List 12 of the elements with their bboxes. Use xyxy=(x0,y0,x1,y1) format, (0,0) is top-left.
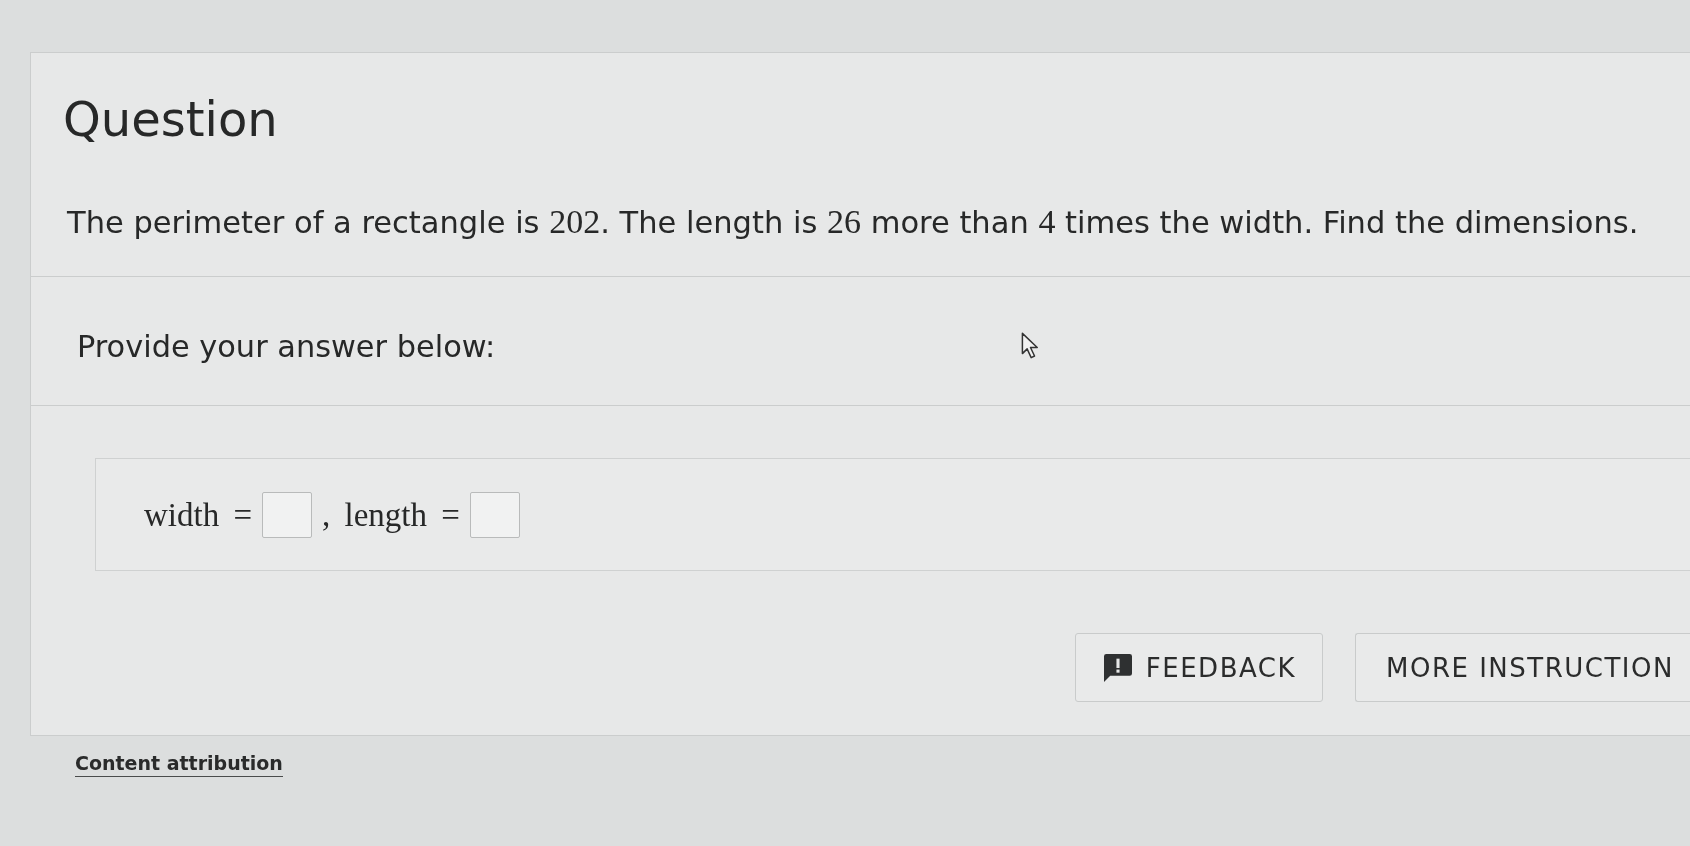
question-text: The perimeter of a rectangle is 202. The length is 26 more than 4 times the width. Find the dimensions. xyxy=(67,202,1639,242)
more-instruction-button[interactable]: MORE INSTRUCTION xyxy=(1355,633,1690,702)
mouse-pointer-icon xyxy=(1021,332,1040,359)
answer-prompt: Provide your answer below: xyxy=(77,328,496,366)
feedback-button[interactable]: FEEDBACK xyxy=(1074,633,1323,702)
content-attribution-link[interactable]: Content attribution xyxy=(75,750,283,777)
speech-bubble-icon xyxy=(1103,653,1132,682)
question-heading: Question xyxy=(63,90,278,149)
math-label: width = xyxy=(144,495,253,535)
answer-box[interactable] xyxy=(262,491,313,538)
math-label: , length = xyxy=(322,495,460,535)
answer-box[interactable] xyxy=(469,491,520,538)
